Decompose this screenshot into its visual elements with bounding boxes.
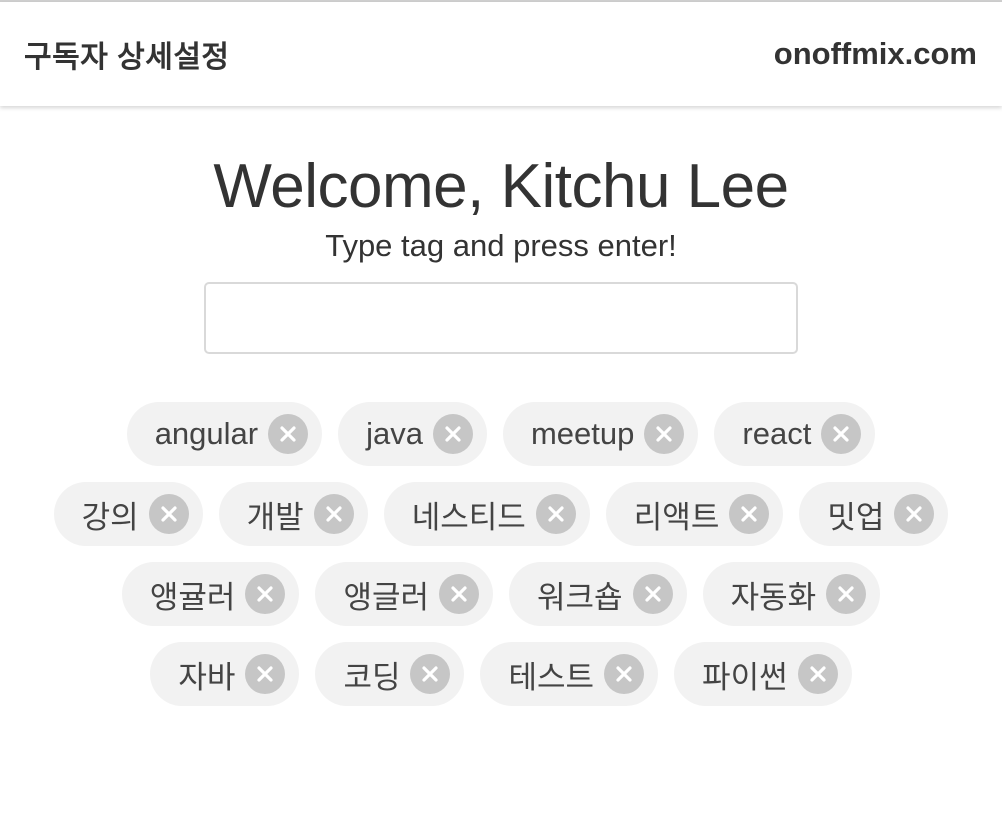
app-root: 구독자 상세설정 onoffmix.com Welcome, Kitchu Le… (0, 0, 1002, 840)
brand-link[interactable]: onoffmix.com (774, 36, 977, 72)
tag-remove-button[interactable] (432, 414, 473, 454)
close-icon (326, 506, 342, 522)
tag-chip: 리액트 (605, 482, 784, 546)
tag-remove-button[interactable] (245, 654, 286, 694)
tag-chip: 테스트 (480, 642, 659, 706)
tag-chip: 앵귤러 (121, 562, 300, 626)
close-icon (445, 426, 461, 442)
tag-chip: react (714, 402, 876, 466)
welcome-heading: Welcome, Kitchu Lee (213, 152, 789, 221)
tag-label: 강의 (81, 499, 139, 535)
tag-remove-button[interactable] (826, 574, 867, 614)
tag-label: angular (154, 416, 259, 451)
tag-chip: 밋업 (799, 482, 949, 546)
tag-remove-button[interactable] (729, 494, 770, 534)
page-title: 구독자 상세설정 (24, 41, 230, 74)
tag-remove-button[interactable] (797, 654, 838, 694)
close-icon (451, 586, 467, 602)
close-icon (616, 666, 632, 682)
tag-label: 리액트 (633, 499, 720, 535)
tag-label: meetup (530, 416, 635, 451)
instruction-text: Type tag and press enter! (325, 228, 677, 263)
tag-remove-button[interactable] (313, 494, 354, 534)
tag-label: 워크숍 (537, 579, 623, 615)
close-icon (833, 426, 849, 442)
tag-label: 네스티드 (411, 499, 526, 535)
close-icon (422, 666, 439, 682)
top-navbar: 구독자 상세설정 onoffmix.com (0, 2, 1002, 106)
tag-remove-button[interactable] (148, 494, 189, 534)
tag-label: 앵글러 (343, 579, 429, 615)
close-icon (548, 506, 564, 522)
tag-label: 앵귤러 (149, 579, 236, 615)
tag-label: 자바 (178, 659, 236, 695)
tag-label: react (742, 416, 812, 451)
tag-remove-button[interactable] (410, 654, 451, 694)
tag-label: 테스트 (508, 659, 595, 695)
close-icon (257, 586, 274, 602)
close-icon (838, 586, 854, 602)
close-icon (656, 426, 672, 442)
tag-remove-button[interactable] (439, 574, 479, 614)
tag-chip: 자동화 (702, 562, 881, 626)
close-icon (280, 426, 296, 442)
tag-chip: 네스티드 (383, 482, 590, 546)
close-icon (906, 506, 922, 522)
tag-label: 파이썬 (702, 659, 788, 695)
tag-chip: 강의 (53, 482, 203, 546)
close-icon (161, 506, 177, 522)
tag-remove-button[interactable] (245, 574, 286, 614)
tag-remove-button[interactable] (535, 494, 576, 534)
tag-label: java (366, 416, 423, 451)
close-icon (257, 666, 274, 682)
tag-chip: 워크숍 (509, 562, 687, 626)
tag-remove-button[interactable] (632, 574, 673, 614)
tag-remove-button[interactable] (604, 654, 645, 694)
close-icon (741, 506, 757, 522)
tag-chip: 앵글러 (315, 562, 493, 626)
tag-remove-button[interactable] (894, 494, 935, 534)
tag-chip: 자바 (150, 642, 300, 706)
close-icon (644, 586, 661, 602)
tag-label: 자동화 (730, 579, 817, 615)
tag-list: angular java meetup react 강의 개발 네스티드 리액트 밋업앵귤러 앵글… (51, 402, 951, 706)
close-icon (810, 666, 826, 682)
tag-input[interactable] (204, 282, 798, 354)
tag-chip: 파이썬 (674, 642, 852, 706)
tag-chip: 개발 (218, 482, 368, 546)
tag-label: 개발 (246, 499, 304, 535)
tag-remove-button[interactable] (644, 414, 685, 454)
tag-chip: java (338, 402, 487, 466)
tag-remove-button[interactable] (268, 414, 309, 454)
tag-chip: angular (126, 402, 323, 466)
tag-label: 코딩 (343, 659, 401, 695)
tag-chip: meetup (502, 402, 699, 466)
main-content: Welcome, Kitchu Lee Type tag and press e… (0, 106, 1002, 706)
tag-chip: 코딩 (315, 642, 465, 706)
tag-label: 밋업 (827, 499, 885, 535)
tag-remove-button[interactable] (821, 414, 862, 454)
